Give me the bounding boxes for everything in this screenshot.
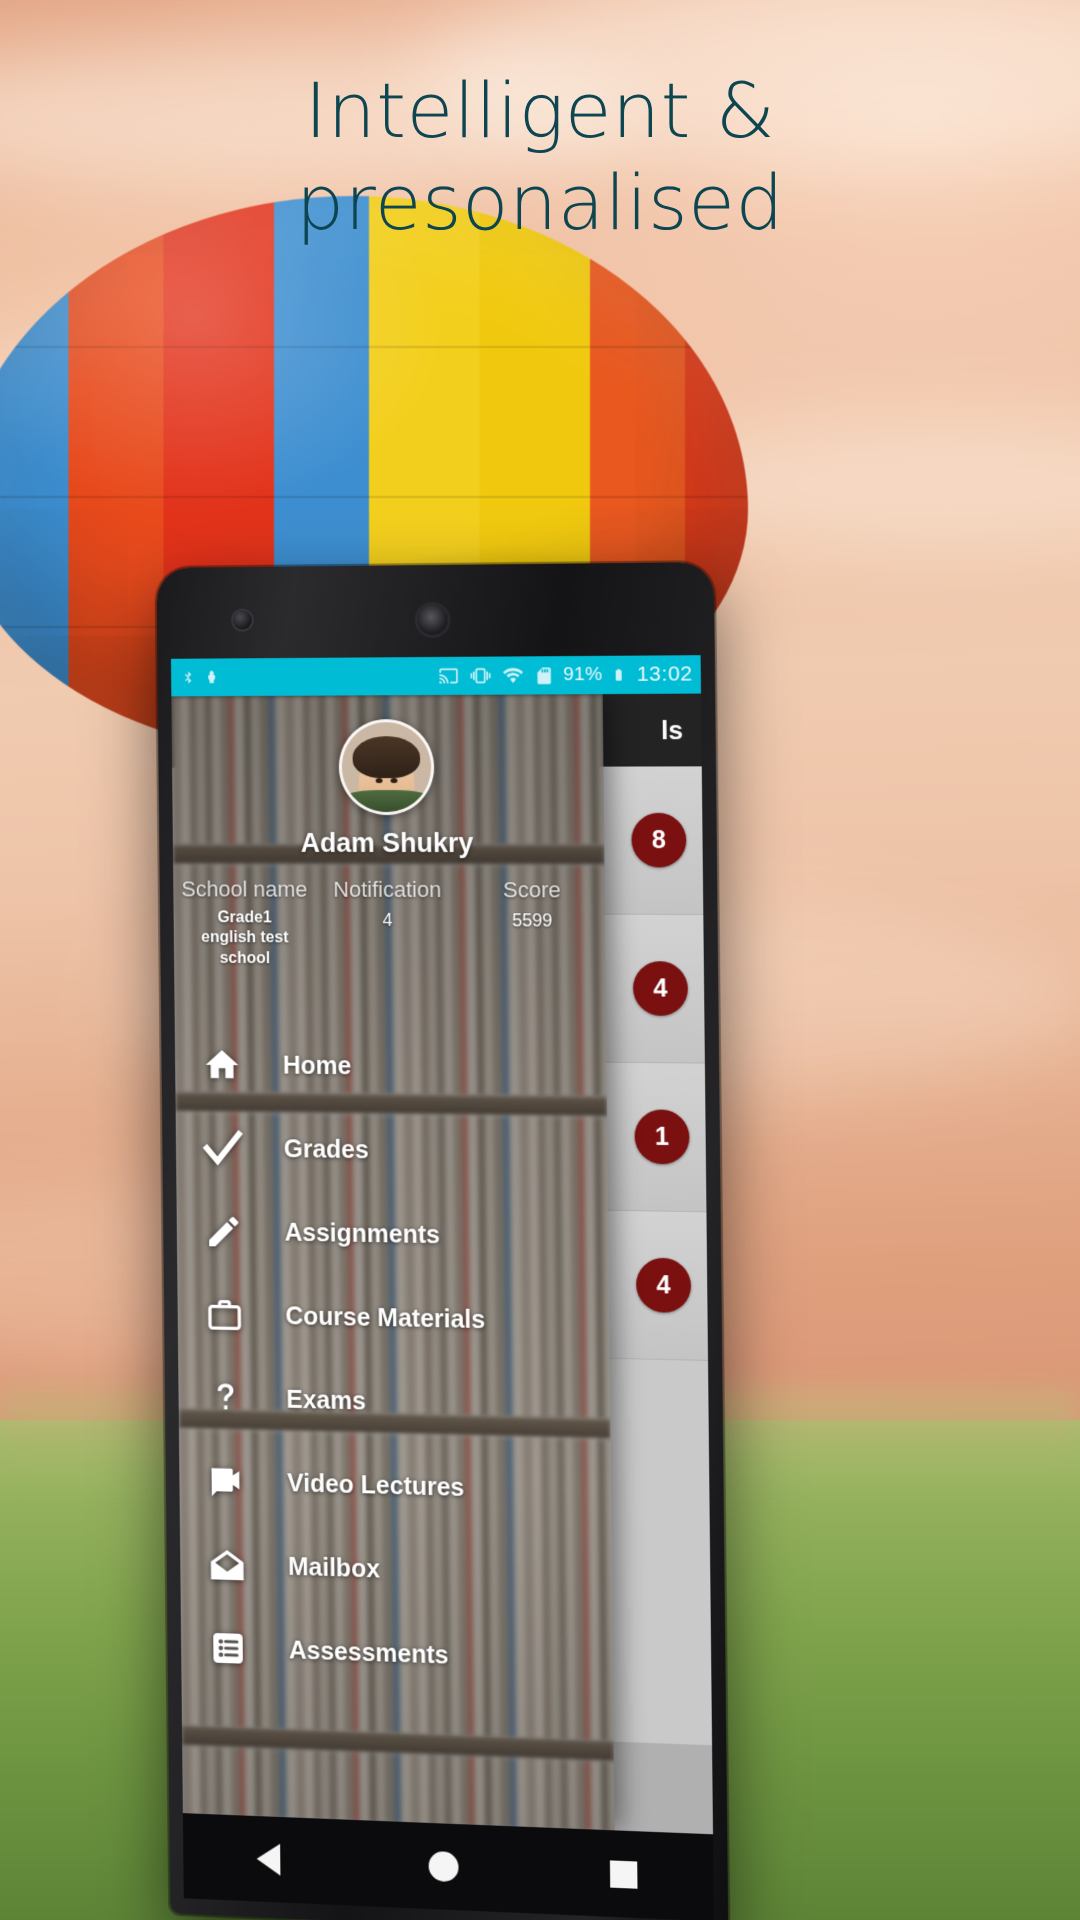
home-icon <box>196 1039 247 1091</box>
menu-item-grades[interactable]: Grades <box>176 1106 608 1195</box>
menu-item-label: Assessments <box>288 1635 449 1670</box>
menu-item-assessments[interactable]: Assessments <box>181 1605 614 1703</box>
status-bar: 91% 13:02 <box>170 655 701 697</box>
avatar-eye-right <box>389 778 397 784</box>
user-name: Adam Shukry <box>300 828 474 859</box>
menu-item-video-lectures[interactable]: Video Lectures <box>179 1439 612 1534</box>
bluetooth-icon <box>184 671 192 684</box>
status-badge: 4 <box>632 961 689 1016</box>
recents-square-icon[interactable] <box>609 1859 638 1889</box>
pencil-icon <box>198 1205 249 1257</box>
stat-value: Grade1 english test school <box>201 909 289 968</box>
stat-value: 5599 <box>511 910 553 931</box>
battery-icon <box>615 668 622 681</box>
phone-screen: ls 8 4 1 4 Adam Shukry School name Grade… <box>170 655 714 1835</box>
headline-line-1: Intelligent & <box>304 66 776 155</box>
menu-item-label: Video Lectures <box>287 1468 465 1502</box>
menu-item-mailbox[interactable]: Mailbox <box>180 1522 613 1619</box>
briefcase-icon <box>199 1289 250 1342</box>
stat-label: Notification <box>333 876 442 903</box>
status-time: 13:02 <box>636 662 693 686</box>
status-badge: 8 <box>631 812 687 868</box>
list-icon <box>202 1622 253 1675</box>
menu-item-label: Course Materials <box>285 1301 486 1334</box>
stat-school-name: School name Grade1 english test school <box>173 877 316 970</box>
status-badge: 1 <box>634 1109 690 1165</box>
status-badge: 4 <box>635 1257 692 1314</box>
stat-label: School name <box>181 876 308 902</box>
usb-debug-icon <box>208 670 216 683</box>
check-icon <box>197 1122 248 1174</box>
phone-mockup: ls 8 4 1 4 Adam Shukry School name Grade… <box>156 562 729 1920</box>
front-camera-icon <box>233 610 252 630</box>
avatar-shirt <box>338 790 435 816</box>
menu-item-home[interactable]: Home <box>175 1023 607 1111</box>
menu-item-label: Exams <box>286 1385 367 1415</box>
menu-item-assignments[interactable]: Assignments <box>176 1189 608 1280</box>
stat-label: Score <box>502 877 561 903</box>
home-circle-icon[interactable] <box>428 1850 460 1883</box>
menu-item-label: Assignments <box>284 1218 441 1249</box>
profile-stats: School name Grade1 english test school N… <box>173 877 605 972</box>
avatar[interactable] <box>337 719 435 816</box>
earpiece-speaker-icon <box>417 604 448 636</box>
drawer-menu: Home Grades Assignments Course Materials… <box>175 1023 614 1703</box>
menu-item-label: Mailbox <box>287 1552 381 1583</box>
menu-item-label: Grades <box>283 1134 369 1164</box>
question-mark-icon <box>200 1372 251 1425</box>
back-triangle-icon[interactable] <box>256 1842 281 1876</box>
stat-notification: Notification 4 <box>315 877 460 971</box>
cast-icon <box>439 667 458 684</box>
vibrate-icon <box>470 668 491 684</box>
wifi-icon <box>502 667 524 684</box>
avatar-eye-left <box>375 778 383 784</box>
menu-item-label: Home <box>282 1051 352 1080</box>
phone-top-bezel <box>156 562 714 659</box>
battery-percent: 91% <box>563 663 603 686</box>
headline-line-2: presonalised <box>295 157 785 247</box>
envelope-icon <box>202 1538 253 1591</box>
sd-card-icon <box>537 666 551 684</box>
avatar-hair <box>351 736 420 779</box>
navigation-drawer: Adam Shukry School name Grade1 english t… <box>171 694 615 1831</box>
stat-value: 4 <box>382 909 393 930</box>
app-bar-title: ls <box>660 714 684 745</box>
stat-score: Score 5599 <box>459 877 605 971</box>
drawer-content: Adam Shukry School name Grade1 english t… <box>171 694 614 1830</box>
menu-item-course-materials[interactable]: Course Materials <box>177 1272 609 1364</box>
video-camera-icon <box>201 1455 252 1508</box>
menu-item-exams[interactable]: Exams <box>178 1356 611 1450</box>
promo-headline: Intelligent & presonalised <box>0 72 1080 241</box>
